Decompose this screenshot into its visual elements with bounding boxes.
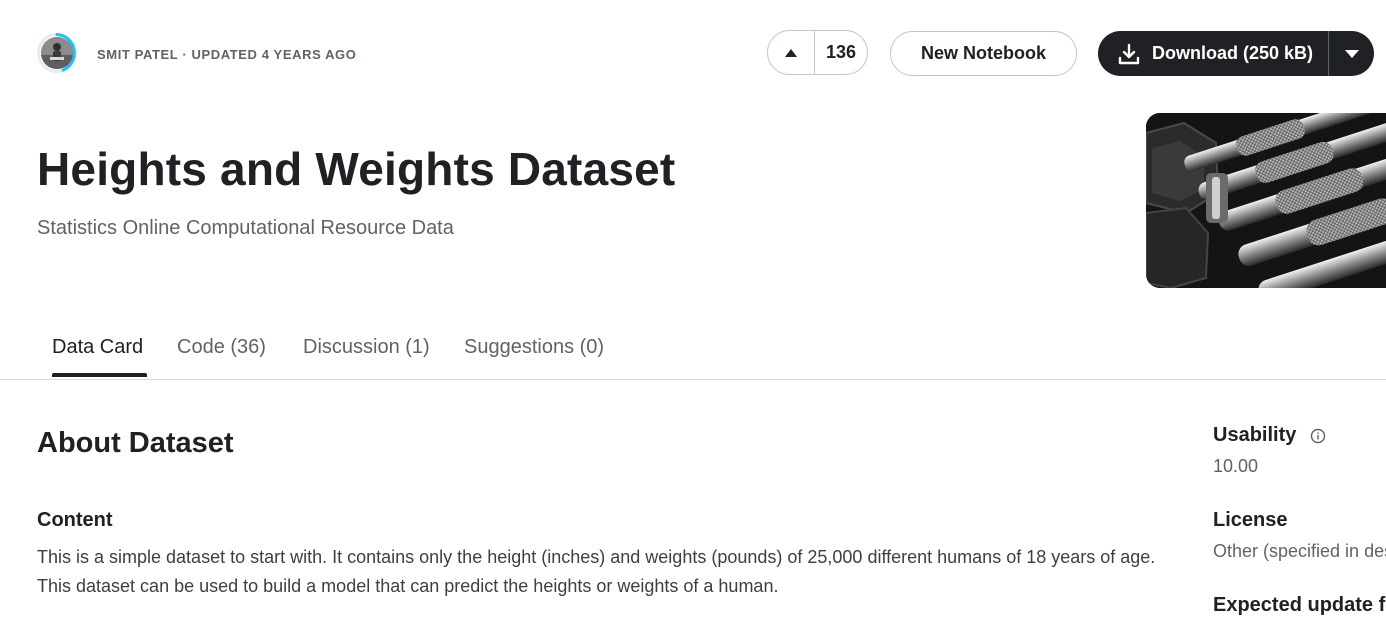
download-button-group: Download (250 kB) <box>1098 31 1374 76</box>
tab-suggestions[interactable]: Suggestions (0) <box>464 336 604 359</box>
usability-label: Usability <box>1213 424 1297 446</box>
caret-down-icon <box>1344 49 1359 58</box>
download-options-button[interactable] <box>1329 31 1374 76</box>
usability-value: 10.00 <box>1213 456 1259 476</box>
content-description: This is a simple dataset to start with. … <box>37 547 1156 596</box>
info-icon[interactable] <box>1310 428 1326 444</box>
owner-avatar[interactable] <box>37 33 77 73</box>
dataset-page: SMIT PATEL · UPDATED 4 YEARS AGO 136 New… <box>0 0 1386 618</box>
content-heading: Content <box>37 509 113 531</box>
avatar-image <box>41 37 73 69</box>
expected-update-label: Expected update frequency <box>1213 594 1386 616</box>
active-tab-indicator <box>52 373 147 377</box>
dataset-cover-image <box>1146 113 1386 288</box>
tab-data-card[interactable]: Data Card <box>52 336 143 359</box>
upvote-button[interactable] <box>768 31 815 74</box>
new-notebook-button[interactable]: New Notebook <box>890 31 1077 76</box>
tab-discussion[interactable]: Discussion (1) <box>303 336 430 359</box>
license-value[interactable]: Other (specified in description) <box>1213 541 1386 562</box>
dataset-tabs: Data Card Code (36) Discussion (1) Sugge… <box>0 322 1386 380</box>
dumbbells-image <box>1146 113 1386 288</box>
download-icon <box>1118 43 1140 65</box>
download-button[interactable]: Download (250 kB) <box>1098 31 1328 76</box>
upvote-count[interactable]: 136 <box>815 42 867 63</box>
dataset-title: Heights and Weights Dataset <box>37 143 676 195</box>
dataset-subtitle: Statistics Online Computational Resource… <box>37 217 454 239</box>
caret-up-icon <box>785 48 797 57</box>
about-heading: About Dataset <box>37 427 234 459</box>
license-label: License <box>1213 509 1288 531</box>
tab-code[interactable]: Code (36) <box>177 336 266 359</box>
owner-update-meta[interactable]: SMIT PATEL · UPDATED 4 YEARS AGO <box>97 47 356 62</box>
download-label: Download (250 kB) <box>1152 43 1314 63</box>
upvote-widget: 136 <box>767 30 868 75</box>
